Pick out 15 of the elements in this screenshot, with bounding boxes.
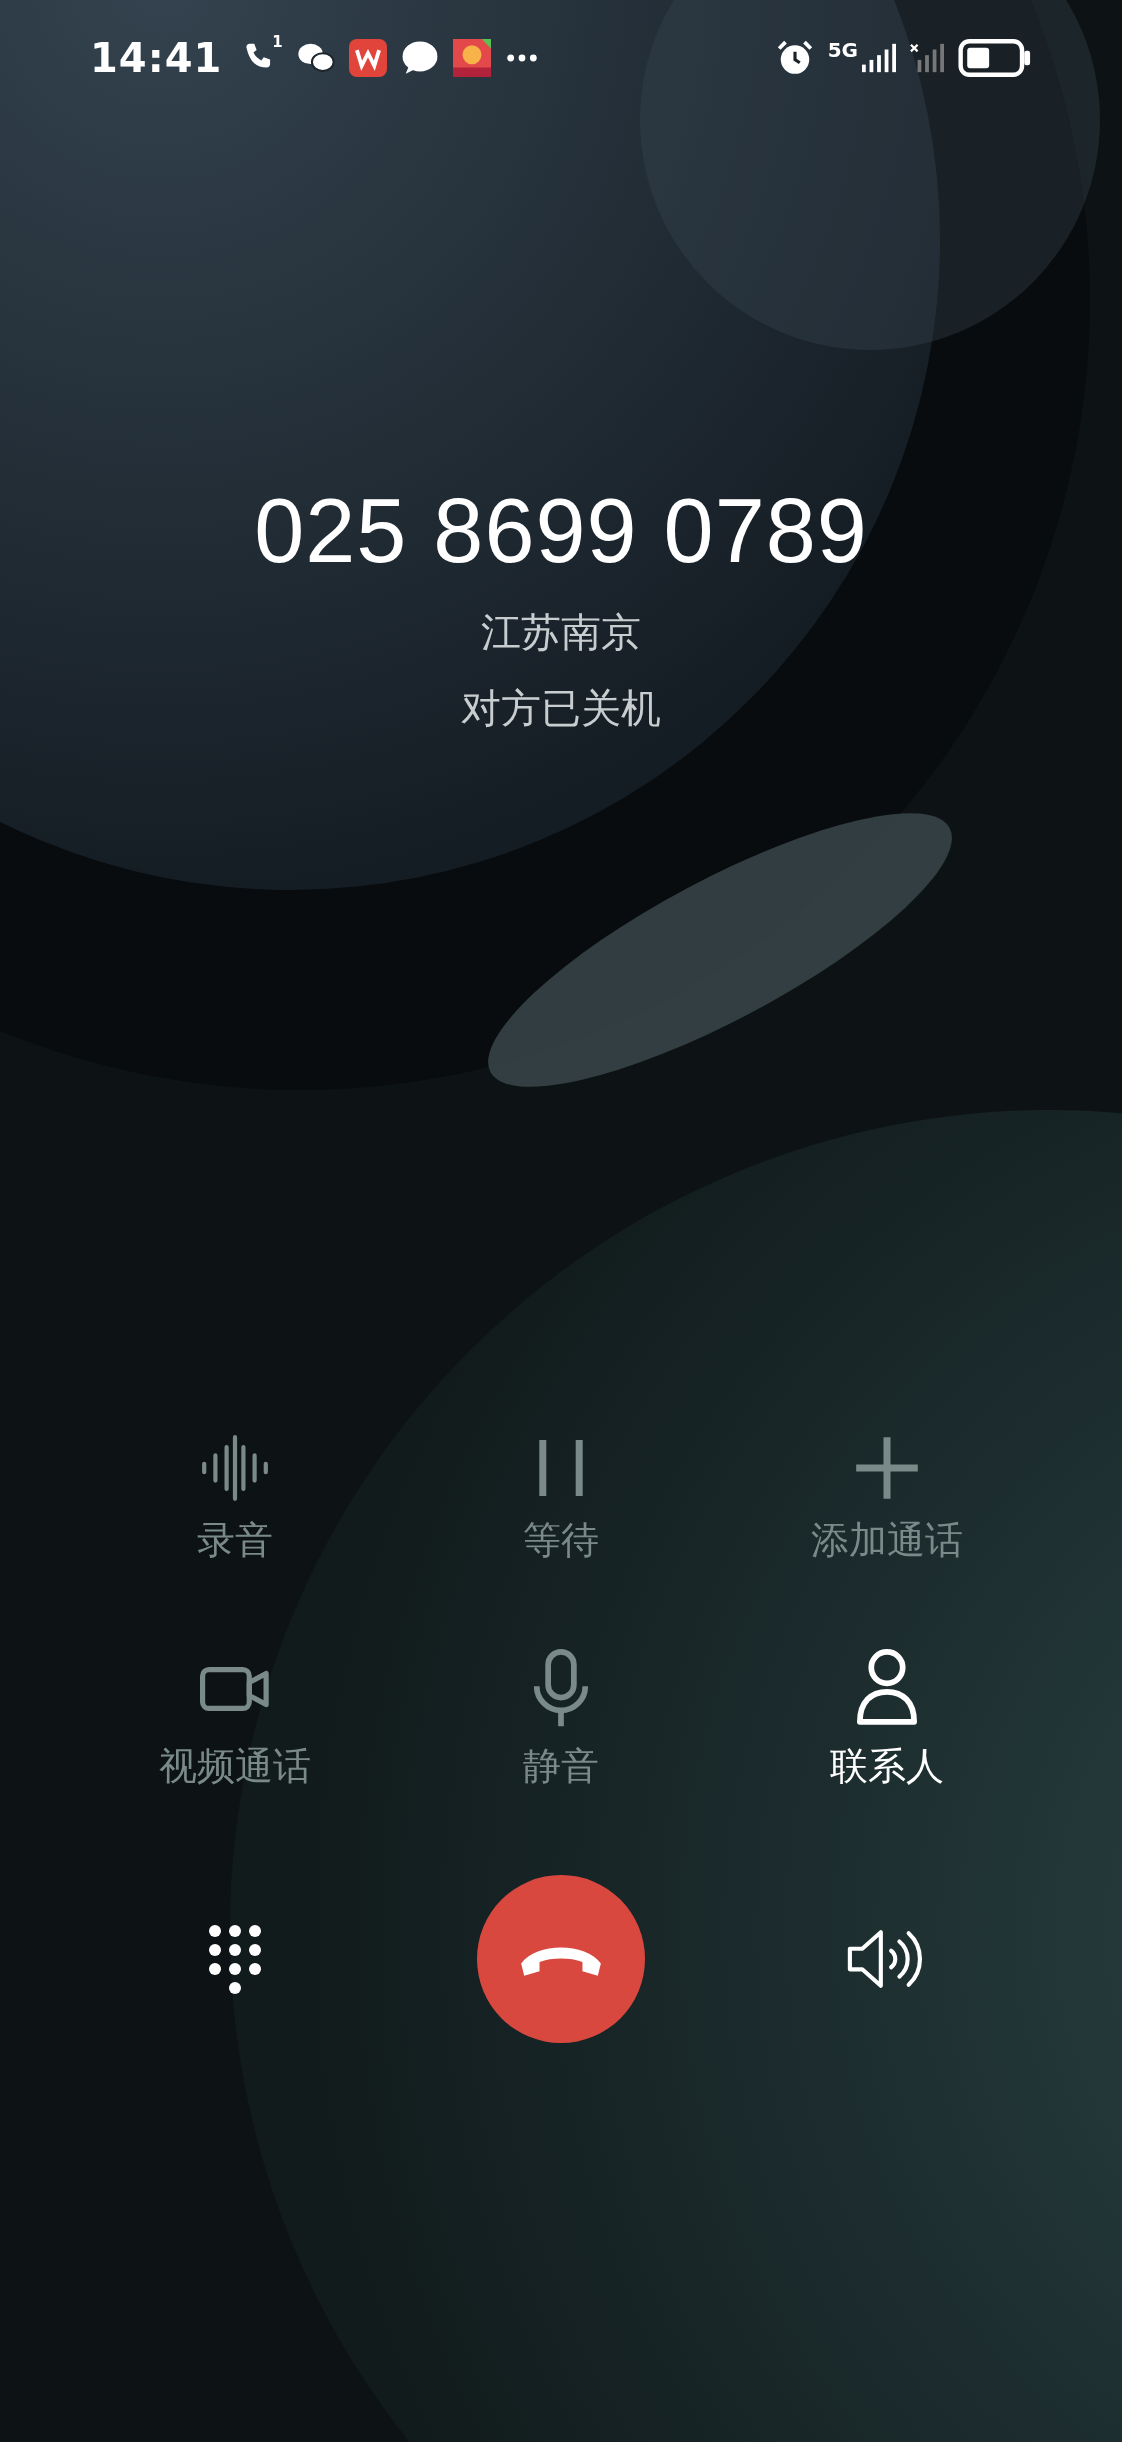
waveform-icon xyxy=(200,1433,270,1503)
notification-count: 1 xyxy=(272,33,283,51)
status-time: 14:41 xyxy=(90,35,223,81)
phone-number: 025 8699 0789 xyxy=(254,486,868,576)
call-status: 对方已关机 xyxy=(461,688,661,728)
shopping-app-icon xyxy=(452,39,491,77)
call-control-button[interactable]: 联系人 xyxy=(724,1649,1050,1785)
app-icon xyxy=(348,39,387,77)
network-type: 5G xyxy=(827,40,858,60)
no-signal-icon xyxy=(910,43,944,73)
battery-icon xyxy=(958,39,1032,77)
signal-icon xyxy=(862,43,896,73)
caller-location: 江苏南京 xyxy=(481,612,641,652)
more-icon xyxy=(504,52,539,64)
alarm-clock-icon xyxy=(775,39,814,77)
